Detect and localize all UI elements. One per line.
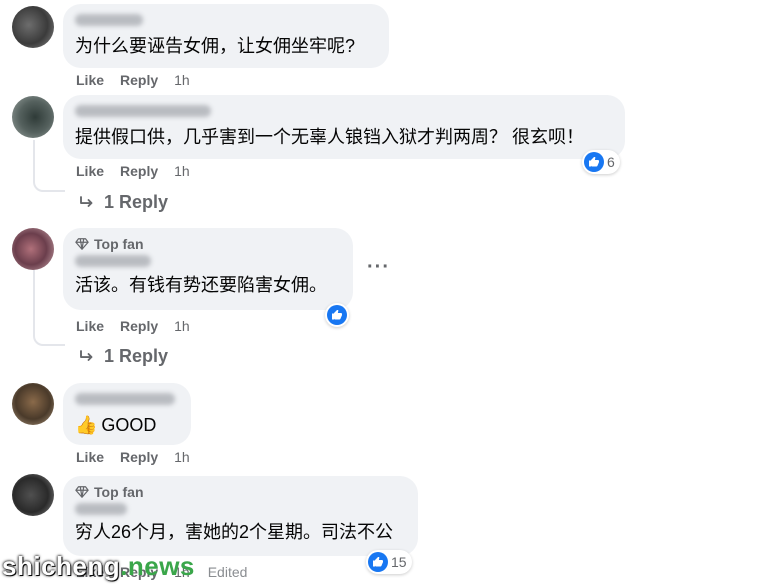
- comment-bubble: 提供假口供，几乎害到一个无辜人锒铛入狱才判两周？ 很玄呗！: [63, 95, 625, 159]
- thumbs-up-icon: [327, 305, 347, 325]
- site-watermark: shicheng.news: [2, 551, 195, 582]
- reply-arrow-icon: [80, 349, 93, 361]
- comment-text-value: GOOD: [101, 415, 157, 435]
- comment-bubble: 为什么要诬告女佣，让女佣坐牢呢?: [63, 4, 389, 68]
- author-name-blurred[interactable]: [75, 105, 211, 117]
- comment-bubble: 👍 GOOD: [63, 383, 191, 445]
- author-name-blurred[interactable]: [75, 503, 127, 515]
- reply-button[interactable]: Reply: [120, 163, 158, 179]
- reaction-count[interactable]: [325, 303, 349, 327]
- comment-text: 👍 GOOD: [75, 413, 179, 437]
- timestamp[interactable]: 1h: [174, 318, 190, 334]
- replies-count[interactable]: 1 Reply: [104, 346, 168, 367]
- avatar[interactable]: [12, 474, 54, 516]
- watermark-name: shicheng: [2, 551, 121, 581]
- thumbs-up-icon: [368, 552, 388, 572]
- reaction-count-value: 6: [607, 154, 615, 170]
- timestamp[interactable]: 1h: [174, 163, 190, 179]
- avatar[interactable]: [12, 6, 54, 48]
- comment-actions: Like Reply 1h: [76, 163, 206, 179]
- edited-label: Edited: [207, 564, 248, 580]
- avatar[interactable]: [12, 383, 54, 425]
- avatar[interactable]: [12, 96, 54, 138]
- view-replies-button[interactable]: 1 Reply: [78, 192, 168, 213]
- author-name-blurred[interactable]: [75, 393, 175, 405]
- comment-actions: Like Reply 1h: [76, 72, 206, 88]
- comment-bubble: Top fan 活该。有钱有势还要陷害女佣。: [63, 228, 353, 310]
- watermark-domain: .news: [120, 551, 195, 581]
- avatar[interactable]: [12, 228, 54, 270]
- thread-line: [33, 140, 65, 192]
- comment-text: 提供假口供，几乎害到一个无辜人锒铛入狱才判两周？ 很玄呗！: [75, 127, 584, 147]
- timestamp[interactable]: 1h: [174, 72, 190, 88]
- reply-button[interactable]: Reply: [120, 449, 158, 465]
- top-fan-label: Top fan: [94, 484, 144, 500]
- like-button[interactable]: Like: [76, 318, 104, 334]
- top-fan-badge[interactable]: Top fan: [75, 484, 406, 500]
- comment-text: 为什么要诬告女佣，让女佣坐牢呢?: [75, 36, 356, 56]
- reaction-count[interactable]: 6: [582, 150, 620, 174]
- top-fan-label: Top fan: [94, 236, 144, 252]
- comment-actions: Like Reply 1h: [76, 318, 206, 334]
- comment-text: 活该。有钱有势还要陷害女佣。: [75, 275, 327, 295]
- reaction-count[interactable]: 15: [366, 550, 412, 574]
- reply-arrow-icon: [80, 195, 93, 207]
- timestamp[interactable]: 1h: [174, 449, 190, 465]
- thread-line: [33, 268, 65, 346]
- author-name-blurred[interactable]: [75, 255, 151, 267]
- diamond-icon: [75, 486, 89, 498]
- thumbs-up-icon: [584, 152, 604, 172]
- comment-actions: Like Reply 1h: [76, 449, 206, 465]
- comment-bubble: Top fan 穷人26个月，害她的2个星期。司法不公: [63, 476, 418, 556]
- diamond-icon: [75, 238, 89, 250]
- reply-button[interactable]: Reply: [120, 318, 158, 334]
- top-fan-badge[interactable]: Top fan: [75, 236, 341, 252]
- like-button[interactable]: Like: [76, 163, 104, 179]
- author-name-blurred[interactable]: [75, 14, 143, 26]
- thumbs-up-emoji: 👍: [75, 415, 98, 435]
- like-button[interactable]: Like: [76, 72, 104, 88]
- more-options-icon[interactable]: ···: [367, 256, 390, 279]
- reaction-count-value: 15: [391, 554, 407, 570]
- view-replies-button[interactable]: 1 Reply: [78, 346, 168, 367]
- replies-count[interactable]: 1 Reply: [104, 192, 168, 213]
- reply-button[interactable]: Reply: [120, 72, 158, 88]
- like-button[interactable]: Like: [76, 449, 104, 465]
- comment-text: 穷人26个月，害她的2个星期。司法不公: [75, 522, 394, 542]
